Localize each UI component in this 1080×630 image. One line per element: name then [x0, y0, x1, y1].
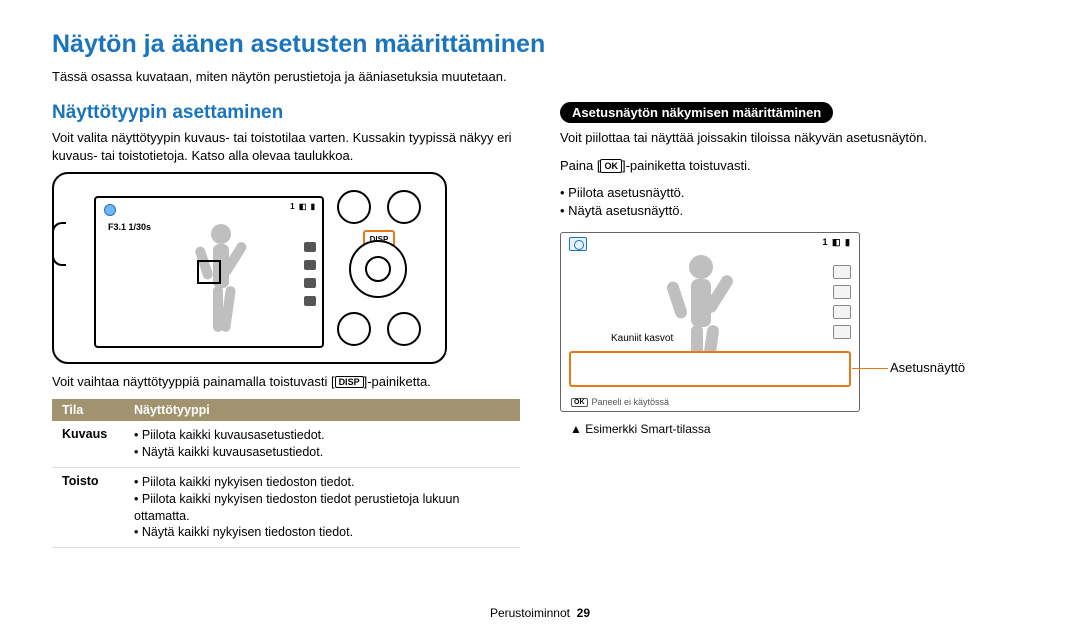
- table-type-cell: Piilota kaikki nykyisen tiedoston tiedot…: [124, 467, 520, 548]
- lcd-side-icons: [304, 242, 316, 306]
- table-mode-cell: Kuvaus: [52, 421, 124, 467]
- page-title: Näytön ja äänen asetusten määrittäminen: [52, 30, 1028, 59]
- footer-label: Perustoiminnot: [490, 606, 570, 620]
- camera-button-top-right: [387, 190, 421, 224]
- callout-label: Asetusnäyttö: [890, 360, 965, 375]
- right-bullet-list: Piilota asetusnäyttö. Näytä asetusnäyttö…: [560, 184, 1028, 220]
- under-camera-pre: Voit vaihtaa näyttötyyppiä painamalla to…: [52, 374, 335, 389]
- under-camera-post: ]-painiketta.: [364, 374, 431, 389]
- table-bullet: Näytä kaikki kuvausasetustiedot.: [134, 444, 510, 461]
- right-pill-heading: Asetusnäytön näkymisen määrittäminen: [560, 102, 833, 123]
- table-bullet: Näytä kaikki nykyisen tiedoston tiedot.: [134, 524, 510, 541]
- table-row: Toisto Piilota kaikki nykyisen tiedoston…: [52, 467, 520, 548]
- camera-button-top-left: [337, 190, 371, 224]
- table-bullet: Piilota kaikki nykyisen tiedoston tiedot…: [134, 474, 510, 491]
- smart-bottom-text: Paneeli ei käytössä: [592, 397, 670, 407]
- mode-camera-icon: [569, 237, 587, 251]
- lcd-exposure-label: F3.1 1/30s: [108, 222, 151, 232]
- page-footer: Perustoiminnot 29: [0, 606, 1080, 620]
- camera-button-bottom-right: [387, 312, 421, 346]
- smart-top-status: 1 ◧ ▮: [823, 237, 851, 248]
- press-post: ]-painiketta toistuvasti.: [622, 158, 751, 173]
- right-bullet: Näytä asetusnäyttö.: [560, 202, 1028, 220]
- table-bullet: Piilota kaikki kuvausasetustiedot.: [134, 427, 510, 444]
- smart-mode-figure: 1 ◧ ▮ Kaunii: [560, 232, 980, 432]
- lcd-focus-frame: [197, 260, 221, 284]
- table-row: Kuvaus Piilota kaikki kuvausasetustiedot…: [52, 421, 520, 467]
- smart-center-label: Kauniit kasvot: [611, 333, 673, 344]
- settings-panel-highlight: [569, 351, 851, 387]
- disp-inline-badge: DISP: [335, 376, 364, 388]
- left-section-title: Näyttötyypin asettaminen: [52, 102, 520, 124]
- camera-lcd-screen: 1 ◧ ▮ F3.1 1/30s: [94, 196, 324, 348]
- smart-bottom-hint: OK Paneeli ei käytössä: [571, 397, 669, 407]
- table-header-mode: Tila: [52, 399, 124, 421]
- footer-page-number: 29: [577, 606, 590, 620]
- smart-mode-screen: 1 ◧ ▮ Kaunii: [560, 232, 860, 412]
- lcd-icon: [304, 242, 316, 252]
- press-ok-instruction: Paina [OK]-painiketta toistuvasti.: [560, 157, 1028, 175]
- camera-back-illustration: 1 ◧ ▮ F3.1 1/30s: [52, 172, 447, 364]
- smart-side-icon: [833, 265, 851, 279]
- right-body-1: Voit piilottaa tai näyttää joissakin til…: [560, 129, 1028, 147]
- lcd-top-status: 1 ◧ ▮: [290, 202, 316, 211]
- camera-button-bottom-left: [337, 312, 371, 346]
- ok-inline-badge: OK: [600, 159, 622, 173]
- left-column: Näyttötyypin asettaminen Voit valita näy…: [52, 102, 520, 548]
- smart-side-icon: [833, 325, 851, 339]
- lcd-icon: [304, 278, 316, 288]
- press-pre: Paina [: [560, 158, 600, 173]
- camera-dpad-ring: [349, 240, 407, 298]
- content-columns: Näyttötyypin asettaminen Voit valita näy…: [52, 102, 1028, 548]
- right-column: Asetusnäytön näkymisen määrittäminen Voi…: [560, 102, 1028, 548]
- lcd-icon: [304, 296, 316, 306]
- camera-ok-button: [365, 256, 391, 282]
- lcd-icon: [304, 260, 316, 270]
- smart-side-icons: [833, 265, 851, 339]
- table-bullet: Piilota kaikki nykyisen tiedoston tiedot…: [134, 491, 510, 525]
- page-intro: Tässä osassa kuvataan, miten näytön peru…: [52, 69, 1028, 84]
- table-type-cell: Piilota kaikki kuvausasetustiedot. Näytä…: [124, 421, 520, 467]
- smart-side-icon: [833, 305, 851, 319]
- display-type-table: Tila Näyttötyyppi Kuvaus Piilota kaikki …: [52, 399, 520, 548]
- right-bullet: Piilota asetusnäyttö.: [560, 184, 1028, 202]
- ok-chip-icon: OK: [571, 398, 588, 407]
- table-mode-cell: Toisto: [52, 467, 124, 548]
- table-header-type: Näyttötyyppi: [124, 399, 520, 421]
- left-section-body: Voit valita näyttötyypin kuvaus- tai toi…: [52, 129, 520, 164]
- figure-caption: ▲ Esimerkki Smart-tilassa: [570, 422, 711, 436]
- smart-side-icon: [833, 285, 851, 299]
- camera-strap-loop: [52, 222, 66, 266]
- mode-globe-icon: [104, 204, 116, 216]
- callout-leader-line: [852, 368, 888, 369]
- under-camera-text: Voit vaihtaa näyttötyyppiä painamalla to…: [52, 374, 520, 389]
